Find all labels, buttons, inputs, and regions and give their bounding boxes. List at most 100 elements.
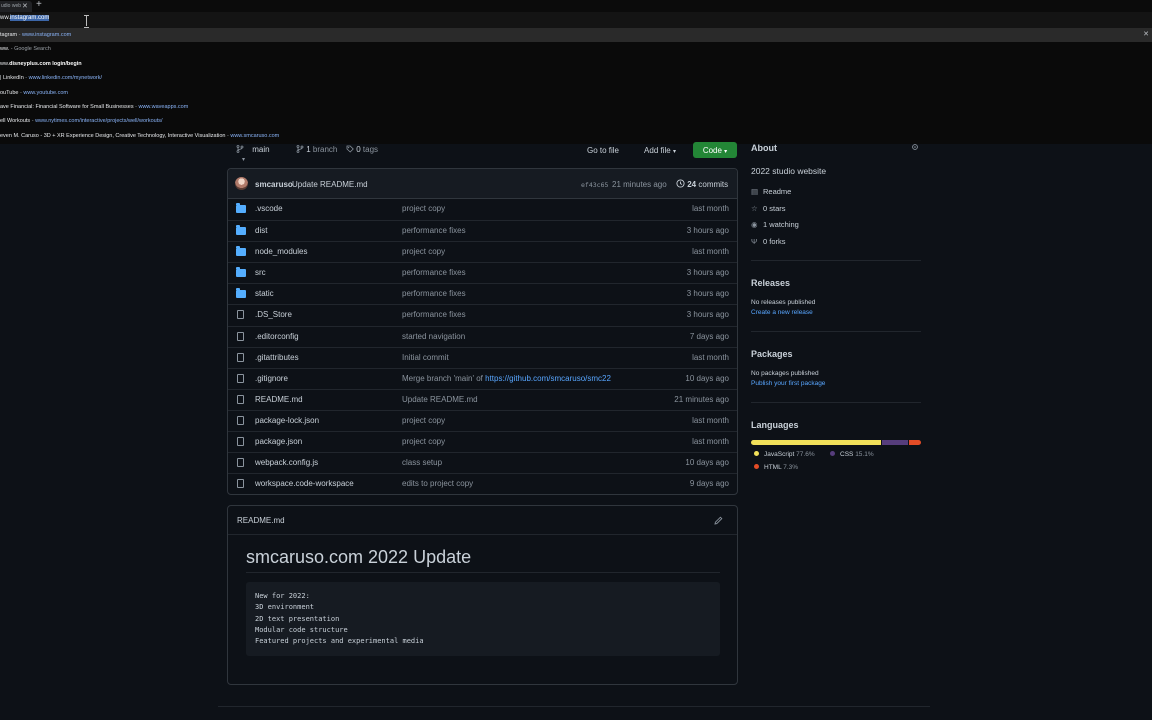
file-icon: [237, 437, 244, 447]
omnibox-suggestion[interactable]: ell Workouts - www.nytimes.com/interacti…: [0, 114, 1152, 128]
browser-tab-title: udio web: [1, 3, 22, 9]
file-icon: [237, 373, 244, 383]
language-name: HTML: [764, 464, 782, 471]
file-row: .DS_Store performance fixes 3 hours ago: [228, 304, 737, 325]
readme-filename[interactable]: README.md: [237, 516, 285, 525]
omnibox-suggestion[interactable]: ww.disneyplus.com login/begin: [0, 57, 1152, 71]
file-commit-message[interactable]: Merge branch 'main' of https://github.co…: [402, 374, 611, 383]
file-commit-message[interactable]: project copy: [402, 247, 445, 256]
language-dot-icon: [754, 464, 759, 469]
omnibox-suggestion[interactable]: tagram - www.instagram.com ✕: [0, 28, 1152, 42]
packages-heading[interactable]: Packages: [751, 349, 793, 359]
file-commit-time: last month: [692, 247, 729, 257]
commit-message-text: project copy: [402, 415, 446, 425]
address-bar-text[interactable]: ww.instagram.com: [0, 15, 50, 21]
commit-author[interactable]: smcaruso: [255, 180, 293, 189]
file-icon: [237, 352, 244, 362]
file-commit-message[interactable]: project copy: [402, 204, 445, 213]
code-button[interactable]: Code ▾: [693, 142, 737, 158]
file-name-link[interactable]: README.md: [255, 395, 303, 404]
remove-suggestion-icon[interactable]: ✕: [1143, 30, 1149, 38]
gear-icon[interactable]: [911, 144, 919, 150]
file-name-link[interactable]: package-lock.json: [255, 416, 319, 425]
language-item[interactable]: JavaScript 77.6%: [754, 451, 815, 458]
file-commit-message[interactable]: performance fixes: [402, 289, 466, 298]
commit-history-link[interactable]: 24 commits: [676, 179, 728, 189]
omnibox-suggestion[interactable]: ww. - Google Search: [0, 42, 1152, 56]
watching-link[interactable]: ◉ 1 watching: [751, 220, 799, 229]
add-file-button[interactable]: Add file ▾: [636, 142, 684, 158]
suggestion-url: www.linkedin.com/mynetwork/: [28, 75, 103, 82]
suggestion-title: | LinkedIn: [0, 75, 24, 82]
file-commit-message[interactable]: performance fixes: [402, 226, 466, 235]
file-commit-message[interactable]: performance fixes: [402, 310, 466, 319]
file-commit-message[interactable]: started navigation: [402, 332, 465, 341]
fork-icon: Ψ: [751, 237, 758, 246]
address-bar[interactable]: ww.instagram.com: [0, 12, 1152, 28]
file-commit-message[interactable]: Initial commit: [402, 353, 449, 362]
branches-link[interactable]: 1 branch: [296, 145, 337, 154]
file-name-link[interactable]: static: [255, 289, 274, 298]
commit-message[interactable]: Update README.md: [292, 180, 368, 189]
commit-message-text: Initial commit: [402, 352, 449, 362]
file-commit-message[interactable]: project copy: [402, 416, 445, 425]
file-icon: [237, 415, 244, 425]
tab-close-icon[interactable]: ✕: [22, 2, 28, 10]
readme-heading: smcaruso.com 2022 Update: [246, 547, 472, 567]
tags-link[interactable]: 0 tags: [346, 145, 378, 154]
file-name-link[interactable]: webpack.config.js: [255, 458, 318, 467]
file-name-link[interactable]: .gitignore: [255, 374, 288, 383]
readme-link[interactable]: ▤ Readme: [751, 187, 791, 196]
file-name-link[interactable]: .vscode: [255, 204, 283, 213]
file-commit-time: last month: [692, 437, 729, 447]
commit-message-text: class setup: [402, 458, 443, 468]
new-tab-icon[interactable]: +: [36, 0, 42, 10]
file-commit-message[interactable]: project copy: [402, 437, 445, 446]
file-commit-message[interactable]: class setup: [402, 458, 442, 467]
language-item[interactable]: CSS 15.1%: [830, 451, 874, 458]
file-name-link[interactable]: node_modules: [255, 247, 307, 256]
language-item[interactable]: HTML 7.3%: [754, 464, 798, 471]
go-to-file-button[interactable]: Go to file: [580, 142, 626, 158]
file-icon: [237, 458, 244, 468]
file-list: .vscode project copy last month dist perform…: [228, 199, 737, 494]
file-name-link[interactable]: workspace.code-workspace: [255, 479, 354, 488]
suggestion-url: Google Search: [14, 46, 51, 53]
language-percent: 7.3%: [783, 464, 799, 471]
omnibox-suggestion[interactable]: even M. Caruso - 3D + XR Experience Desi…: [0, 129, 1152, 143]
commit-sha[interactable]: ef43c65: [581, 181, 608, 189]
file-commit-time: last month: [692, 352, 729, 362]
pencil-icon[interactable]: [714, 516, 723, 525]
file-row: workspace.code-workspace edits to project…: [228, 473, 737, 494]
browser-tab[interactable]: udio web ✕: [0, 1, 32, 12]
omnibox-suggestion[interactable]: ouTube - www.youtube.com: [0, 86, 1152, 100]
file-commit-message[interactable]: edits to project copy: [402, 479, 473, 488]
releases-heading[interactable]: Releases: [751, 278, 790, 288]
omnibox-suggestion[interactable]: ave Financial: Financial Software for Sm…: [0, 100, 1152, 114]
readme-divider: [246, 572, 720, 573]
publish-package-link[interactable]: Publish your first package: [751, 380, 825, 387]
stars-link[interactable]: ☆ 0 stars: [751, 204, 786, 213]
avatar[interactable]: [235, 177, 248, 190]
suggestion-url: www.youtube.com: [23, 89, 68, 96]
file-name-link[interactable]: .DS_Store: [255, 310, 292, 319]
file-commit-time: 3 hours ago: [686, 226, 729, 236]
suggestion-title: ww.: [0, 60, 10, 67]
file-name-link[interactable]: package.json: [255, 437, 302, 446]
file-commit-message[interactable]: Update README.md: [402, 395, 478, 404]
file-commit-time: 10 days ago: [685, 458, 729, 468]
file-name-link[interactable]: .editorconfig: [255, 332, 299, 341]
file-name-link[interactable]: src: [255, 268, 266, 277]
branch-icon: [236, 145, 244, 153]
file-name-link[interactable]: .gitattributes: [255, 353, 299, 362]
create-release-link[interactable]: Create a new release: [751, 309, 813, 316]
file-name-link[interactable]: dist: [255, 226, 267, 235]
browser-tab-strip: udio web ✕ +: [0, 0, 1152, 12]
forks-link[interactable]: Ψ 0 forks: [751, 237, 786, 246]
commit-message-link[interactable]: https://github.com/smcaruso/smc22: [485, 374, 611, 383]
suggestion-url: www.nytimes.com/interactive/projects/wel…: [35, 118, 163, 125]
omnibox-suggestion[interactable]: | LinkedIn - www.linkedin.com/mynetwork/: [0, 71, 1152, 85]
file-commit-message[interactable]: performance fixes: [402, 268, 466, 277]
branch-selector-button[interactable]: main ▾: [228, 142, 280, 163]
sidebar-divider: [751, 402, 921, 403]
